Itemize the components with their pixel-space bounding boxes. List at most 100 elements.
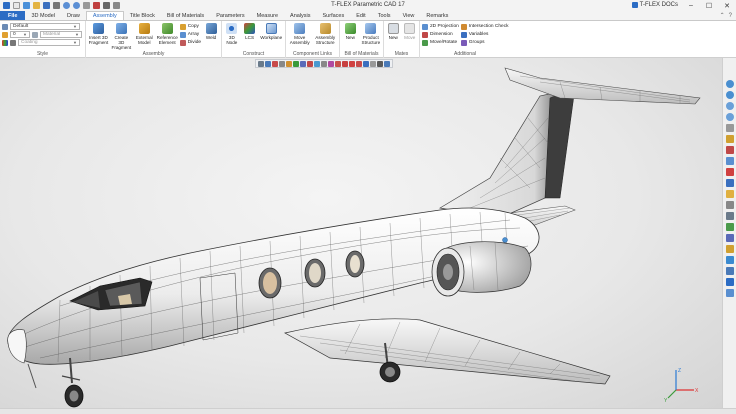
insert-3d-fragment-button[interactable]: Insert 3D Fragment bbox=[88, 22, 109, 51]
tab-view[interactable]: View bbox=[397, 11, 421, 20]
material-select[interactable]: Material ▼ bbox=[40, 31, 82, 38]
3d-viewport[interactable]: X Z Y bbox=[0, 58, 722, 408]
view-top-icon[interactable] bbox=[725, 168, 734, 176]
lcs-label: LCS bbox=[245, 35, 255, 40]
tab-analysis[interactable]: Analysis bbox=[284, 11, 316, 20]
weld-button[interactable]: Weld bbox=[203, 22, 219, 51]
tab-draw[interactable]: Draw bbox=[61, 11, 86, 20]
mates-move-button[interactable]: Move bbox=[403, 22, 418, 51]
ribbon-tabs: File 3D Model Draw Assembly Title Block … bbox=[0, 11, 736, 21]
zoom-out-icon[interactable] bbox=[725, 113, 734, 121]
aircraft-model[interactable]: X Z Y bbox=[0, 58, 722, 408]
help-icon[interactable]: ? bbox=[729, 13, 732, 19]
redo-icon[interactable] bbox=[73, 2, 80, 9]
print-icon[interactable] bbox=[53, 2, 60, 9]
rotate-icon[interactable] bbox=[725, 135, 734, 143]
zoom-all-icon[interactable] bbox=[725, 91, 734, 99]
copy-button[interactable]: Copy bbox=[179, 23, 201, 30]
groups-button[interactable]: Groups bbox=[460, 39, 509, 46]
tab-surfaces[interactable]: Surfaces bbox=[317, 11, 351, 20]
array-button[interactable]: Array bbox=[179, 31, 201, 38]
external-model-button[interactable]: External Model bbox=[134, 22, 155, 51]
tab-edit[interactable]: Edit bbox=[350, 11, 371, 20]
show-icon[interactable] bbox=[725, 223, 734, 231]
save-icon[interactable] bbox=[43, 2, 50, 9]
render-icon[interactable] bbox=[725, 267, 734, 275]
bom-new-button[interactable]: New bbox=[342, 22, 359, 51]
variables-icon bbox=[460, 31, 467, 38]
layer-select[interactable]: Default ▼ bbox=[10, 23, 80, 30]
external-model-label: External Model bbox=[135, 35, 153, 45]
hide-icon[interactable] bbox=[725, 212, 734, 220]
section-view-icon[interactable] bbox=[725, 201, 734, 209]
view-icon[interactable] bbox=[103, 2, 110, 9]
move-assembly-button[interactable]: Move Assembly bbox=[288, 22, 312, 51]
camera-icon[interactable] bbox=[725, 234, 734, 242]
new-file-icon[interactable] bbox=[13, 2, 20, 9]
minimize-icon[interactable]: – bbox=[682, 0, 700, 11]
divide-label: Divide bbox=[187, 40, 202, 45]
tab-tools[interactable]: Tools bbox=[372, 11, 397, 20]
tflex-docs-menu[interactable]: T-FLEX DOCs bbox=[631, 2, 678, 8]
measure-view-icon[interactable] bbox=[725, 278, 734, 286]
display-style-icon[interactable] bbox=[725, 256, 734, 264]
layer-icon bbox=[2, 23, 8, 30]
view-front-icon[interactable] bbox=[725, 157, 734, 165]
style-group-label: Style bbox=[36, 51, 49, 57]
divide-button[interactable]: Divide bbox=[179, 39, 202, 46]
tab-title-block[interactable]: Title Block bbox=[124, 11, 161, 20]
tflex-docs-label: T-FLEX DOCs bbox=[639, 2, 678, 8]
assembly-structure-button[interactable]: Assembly Structure bbox=[314, 22, 338, 51]
mates-new-button[interactable]: New bbox=[386, 22, 401, 51]
construct-group: 3D Node LCS Workplane Construct bbox=[222, 21, 286, 58]
chevron-down-icon: ▼ bbox=[23, 32, 27, 37]
ribbon: Default ▼ 0 ▼ Material ▼ Coating ▼ Style Ins… bbox=[0, 21, 736, 58]
level-field[interactable]: 0 ▼ bbox=[10, 31, 30, 38]
customize-icon[interactable] bbox=[113, 2, 120, 9]
2d-projection-button[interactable]: 2D Projection bbox=[422, 23, 459, 30]
orbit-icon[interactable] bbox=[725, 146, 734, 154]
array-icon bbox=[179, 31, 186, 38]
tflex-docs-icon bbox=[631, 2, 638, 8]
lcs-button[interactable]: LCS bbox=[242, 22, 258, 51]
zoom-in-icon[interactable] bbox=[725, 102, 734, 110]
maximize-icon[interactable]: ☐ bbox=[700, 0, 718, 11]
bom-group: New Product Structure Bill of Materials bbox=[340, 21, 384, 58]
intersection-check-button[interactable]: Intersection Check bbox=[460, 23, 509, 30]
tab-measure[interactable]: Measure bbox=[251, 11, 284, 20]
tab-remarks[interactable]: Remarks bbox=[420, 11, 454, 20]
variables-button[interactable]: Variables bbox=[460, 31, 509, 38]
view-side-icon[interactable] bbox=[725, 179, 734, 187]
tab-parameters[interactable]: Parameters bbox=[210, 11, 250, 20]
view-iso-icon[interactable] bbox=[725, 190, 734, 198]
horizontal-stabilizer bbox=[504, 67, 701, 105]
tab-assembly[interactable]: Assembly bbox=[85, 11, 124, 20]
product-structure-button[interactable]: Product Structure bbox=[361, 22, 381, 51]
pan-icon[interactable] bbox=[725, 124, 734, 132]
reference-element-button[interactable]: Reference Element bbox=[157, 22, 178, 51]
mates-move-icon bbox=[404, 23, 416, 34]
create-3d-fragment-button[interactable]: Create 3D Fragment bbox=[111, 22, 132, 51]
left-wing bbox=[284, 318, 611, 385]
construct-group-label: Construct bbox=[242, 51, 265, 57]
tab-bill-of-materials[interactable]: Bill of Materials bbox=[161, 11, 210, 20]
undo-icon[interactable] bbox=[63, 2, 70, 9]
workplane-button[interactable]: Workplane bbox=[259, 22, 283, 51]
screenshot-icon[interactable] bbox=[725, 289, 734, 297]
new-3d-icon[interactable] bbox=[23, 2, 30, 9]
move-rotate-button[interactable]: Move/Rotate bbox=[422, 39, 459, 46]
lcs-icon bbox=[244, 23, 256, 34]
tab-file[interactable]: File bbox=[0, 11, 26, 20]
tab-3d-model[interactable]: 3D Model bbox=[25, 11, 61, 20]
app-menu-icon[interactable] bbox=[3, 2, 10, 9]
coating-select[interactable]: Coating ▼ bbox=[18, 39, 80, 46]
open-icon[interactable] bbox=[33, 2, 40, 9]
dimension-button[interactable]: Dimension bbox=[422, 31, 459, 38]
zoom-window-icon[interactable] bbox=[725, 80, 734, 88]
3d-node-button[interactable]: 3D Node bbox=[224, 22, 240, 51]
lighting-icon[interactable] bbox=[725, 245, 734, 253]
snap-icon[interactable] bbox=[93, 2, 100, 9]
collapse-ribbon-icon[interactable]: ⌃ bbox=[720, 12, 725, 19]
close-icon[interactable]: ✕ bbox=[718, 0, 736, 11]
select-icon[interactable] bbox=[83, 2, 90, 9]
